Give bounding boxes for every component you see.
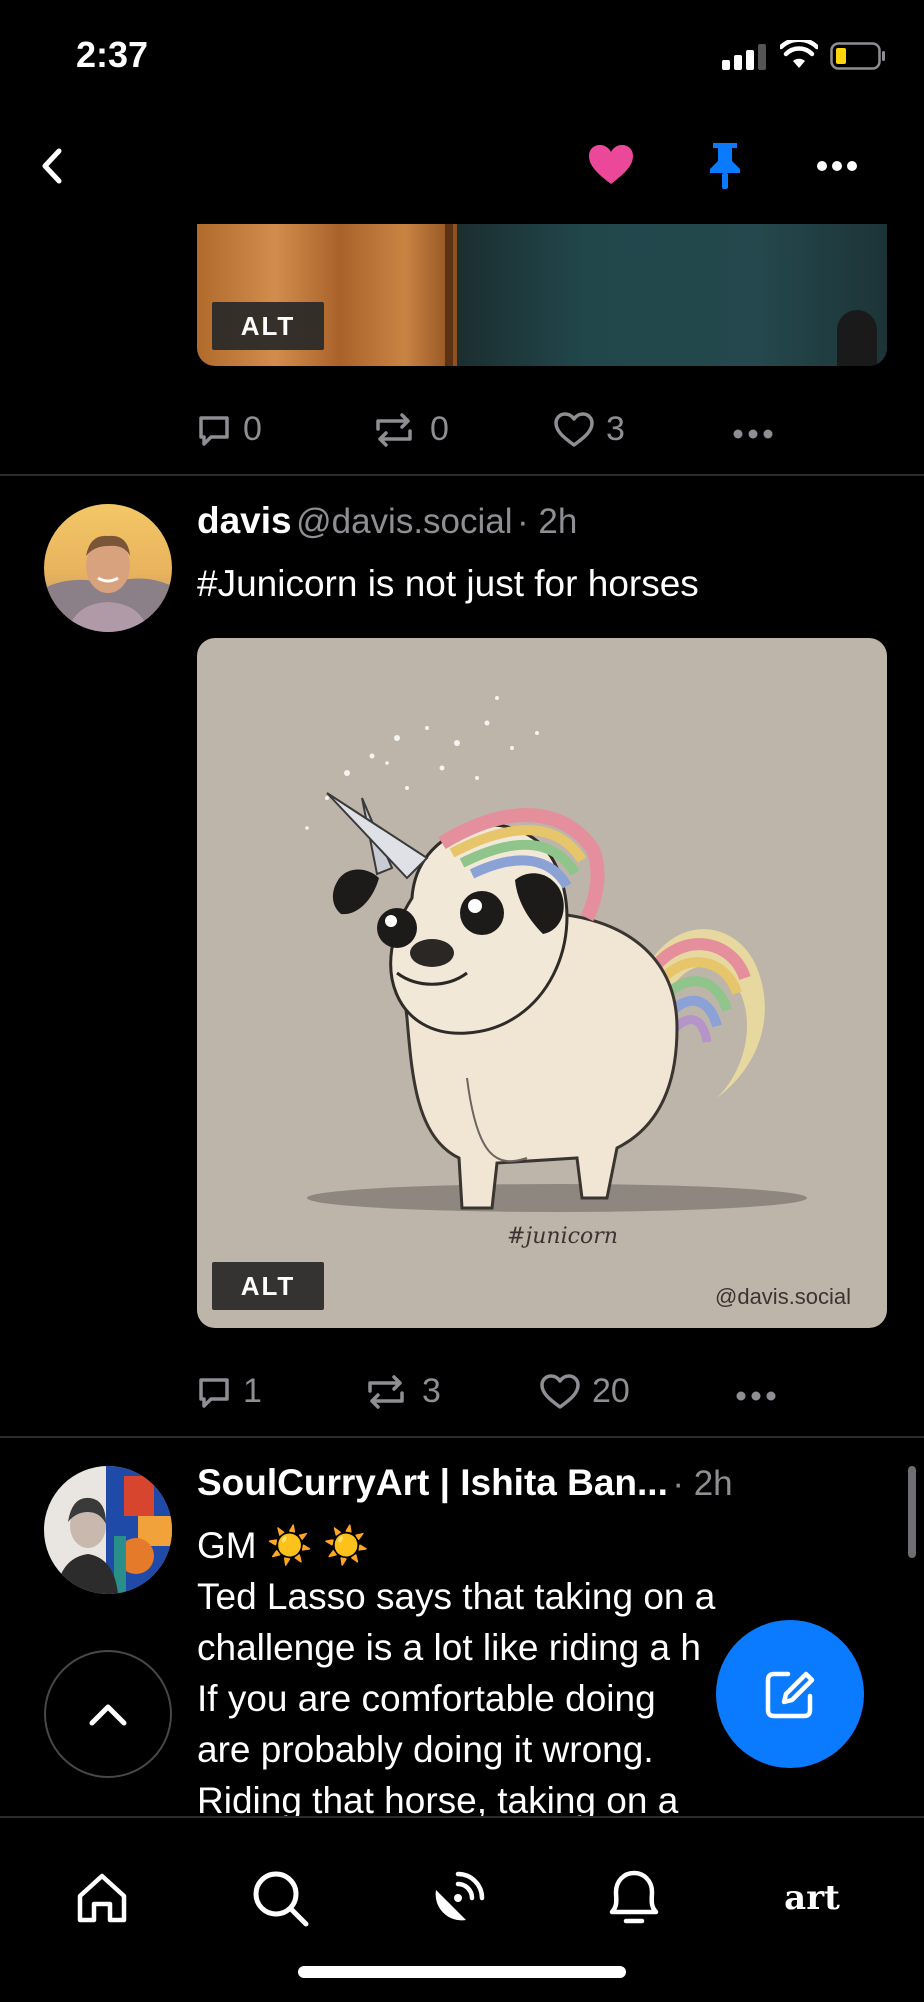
repost-button[interactable]: 0 [370, 410, 449, 449]
heart-outline-icon [554, 411, 594, 447]
repost-icon [368, 1374, 404, 1409]
chevron-up-icon [89, 1704, 127, 1726]
tab-home[interactable] [62, 1858, 142, 1938]
like-count: 20 [592, 1372, 630, 1410]
author-handle[interactable]: @davis.social [296, 502, 512, 541]
author-name[interactable]: davis [197, 500, 292, 541]
ellipsis-icon [733, 429, 773, 439]
like-count: 3 [606, 410, 625, 448]
image-watermark: @davis.social [715, 1284, 852, 1309]
repost-icon [376, 412, 412, 447]
avatar[interactable] [44, 1466, 172, 1594]
post-more-button[interactable] [733, 1382, 779, 1410]
avatar[interactable] [44, 504, 172, 632]
reply-count: 0 [243, 410, 262, 448]
post-more-button[interactable] [730, 420, 776, 448]
like-feed-button[interactable] [586, 140, 636, 190]
post-header: SoulCurryArt | Ishita Ban... · 2h [197, 1462, 733, 1504]
status-time: 2:37 [76, 34, 149, 75]
post-image[interactable]: ALT [197, 224, 887, 366]
tab-notifications[interactable] [594, 1858, 674, 1938]
repost-count: 0 [430, 410, 449, 448]
post-time: · 2h [516, 502, 578, 541]
post-text-line: Riding that horse, taking on a [197, 1780, 679, 1816]
image-caption: #junicorn [507, 1224, 618, 1249]
reply-icon [199, 1377, 229, 1408]
scroll-to-top-button[interactable] [44, 1650, 172, 1778]
reply-button[interactable]: 1 [197, 1372, 262, 1411]
post-header: davis @davis.social · 2h [197, 500, 577, 542]
post-text: #Junicorn is not just for horses [197, 563, 699, 604]
post-text-line: Ted Lasso says that taking on a [197, 1576, 716, 1617]
like-button[interactable]: 3 [554, 410, 625, 449]
post-image[interactable]: #junicorn @davis.social ALT [197, 638, 887, 1328]
satellite-dish-icon [435, 1871, 485, 1921]
divider [0, 1436, 924, 1438]
divider [0, 474, 924, 476]
avatar-image [44, 1466, 172, 1594]
post-text-line: GM ☀️ ☀️ [197, 1525, 370, 1566]
chevron-left-icon [42, 148, 62, 184]
reply-count: 1 [243, 1372, 262, 1410]
ellipsis-icon [736, 1391, 776, 1401]
heart-icon [589, 145, 633, 184]
heart-outline-icon [540, 1373, 580, 1409]
alt-badge[interactable]: ALT [212, 302, 324, 350]
author-name[interactable]: SoulCurryArt | Ishita Ban... [197, 1462, 668, 1503]
search-icon [253, 1871, 309, 1927]
alt-badge[interactable]: ALT [212, 1262, 324, 1310]
pin-icon [710, 143, 740, 189]
repost-count: 3 [422, 1372, 441, 1410]
ellipsis-icon [817, 161, 857, 171]
post-time: · 2h [672, 1464, 733, 1503]
cellular-signal-icon [722, 44, 766, 70]
tab-custom-feed[interactable]: art [770, 1858, 854, 1938]
pin-feed-button[interactable] [700, 138, 750, 194]
scrollbar[interactable] [908, 1466, 916, 1558]
avatar-image [44, 504, 172, 632]
compose-icon [765, 1671, 815, 1719]
reply-icon [199, 415, 229, 446]
tab-search[interactable] [240, 1858, 320, 1938]
home-indicator [298, 1966, 626, 1978]
wifi-icon [780, 40, 818, 68]
battery-icon [830, 42, 885, 70]
more-options-button[interactable] [812, 146, 862, 186]
tab-feeds[interactable] [418, 1858, 498, 1938]
back-button[interactable] [28, 140, 76, 192]
repost-button[interactable]: 3 [362, 1372, 441, 1411]
bell-icon [609, 1870, 659, 1924]
compose-button[interactable] [716, 1620, 864, 1768]
reply-button[interactable]: 0 [197, 410, 262, 449]
like-button[interactable]: 20 [540, 1372, 630, 1411]
home-icon [77, 1873, 127, 1923]
